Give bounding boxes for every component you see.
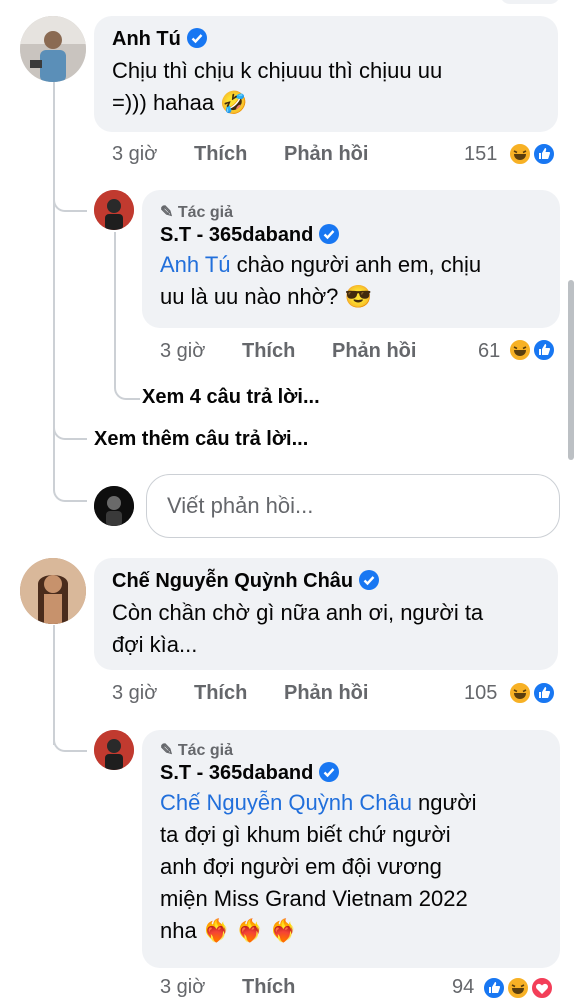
- comment-text: =))) hahaa 🤣: [112, 90, 248, 115]
- haha-icon: [508, 142, 532, 166]
- comment-text: Còn chần chờ gì nữa anh ơi, người ta: [112, 600, 484, 625]
- timestamp[interactable]: 3 giờ: [160, 976, 205, 999]
- comment-text: nha ❤️‍🔥 ❤️‍🔥 ❤️‍🔥: [160, 918, 298, 943]
- comment-text: Anh Tú chào người anh em, chịu: [160, 252, 482, 277]
- view-more-replies-link[interactable]: Xem thêm câu trả lời...: [94, 428, 308, 451]
- verified-icon: [319, 762, 340, 782]
- like-button[interactable]: Thích: [194, 143, 247, 166]
- reaction-count[interactable]: 61: [478, 340, 500, 363]
- like-button[interactable]: Thích: [242, 976, 295, 999]
- haha-icon: [506, 976, 530, 1000]
- comment-bubble: Chế Nguyễn Quỳnh Châu Còn chần chờ gì nữ…: [94, 558, 558, 670]
- comment-text: đợi kìa...: [112, 632, 198, 657]
- reaction-count[interactable]: 151: [464, 143, 497, 166]
- like-icon: [532, 142, 556, 166]
- verified-icon: [319, 224, 340, 244]
- love-icon: [530, 976, 554, 1000]
- timestamp[interactable]: 3 giờ: [112, 143, 157, 166]
- comment-text: miện Miss Grand Vietnam 2022: [160, 886, 468, 911]
- author-badge: ✎ Tác giả: [160, 204, 233, 221]
- comment-text: uu là uu nào nhờ? 😎: [160, 284, 372, 309]
- haha-icon: [508, 681, 532, 705]
- comment-actions: 3 giờ Thích Phản hồi 151: [112, 143, 562, 169]
- thread-connector: [53, 440, 87, 502]
- author-badge: ✎ Tác giả: [160, 742, 233, 759]
- timestamp[interactable]: 3 giờ: [160, 340, 205, 363]
- reply-button[interactable]: Phản hồi: [332, 340, 416, 363]
- comment-actions: 3 giờ Thích Phản hồi 105: [112, 682, 562, 708]
- mention-link[interactable]: Chế Nguyễn Quỳnh Châu: [160, 790, 412, 815]
- comment-actions: 3 giờ Thích Phản hồi 61: [160, 340, 560, 366]
- comment-text: Chịu thì chịu k chịuuu thì chịuu uu: [112, 58, 443, 83]
- commenter-name[interactable]: Chế Nguyễn Quỳnh Châu: [112, 570, 540, 593]
- timestamp[interactable]: 3 giờ: [112, 682, 157, 705]
- comment-text: ta đợi gì khum biết chứ người: [160, 822, 451, 847]
- comment-text: Chế Nguyễn Quỳnh Châu người: [160, 790, 477, 815]
- reply-button[interactable]: Phản hồi: [284, 143, 368, 166]
- reply-bubble: ✎ Tác giả S.T - 365daband Anh Tú chào ng…: [142, 190, 560, 328]
- thread-connector: [53, 170, 87, 212]
- reply-button[interactable]: Phản hồi: [284, 682, 368, 705]
- reply-input-placeholder: Viết phản hồi...: [167, 493, 314, 518]
- verified-icon: [359, 570, 380, 590]
- like-button[interactable]: Thích: [194, 682, 247, 705]
- scrollbar[interactable]: [568, 280, 574, 460]
- comment-bubble: Anh Tú Chịu thì chịu k chịuuu thì chịuu …: [94, 16, 558, 132]
- reaction-count[interactable]: 105: [464, 682, 497, 705]
- like-button[interactable]: Thích: [242, 340, 295, 363]
- like-icon: [532, 681, 556, 705]
- thread-line: [114, 232, 116, 380]
- commenter-name[interactable]: Anh Tú: [112, 28, 540, 51]
- previous-bubble-edge: [500, 0, 560, 4]
- thread-connector: [53, 710, 87, 752]
- current-user-avatar: [94, 486, 134, 526]
- thread-connector: [114, 360, 140, 400]
- reaction-count[interactable]: 94: [452, 976, 474, 999]
- haha-icon: [508, 338, 532, 362]
- avatar[interactable]: [94, 730, 134, 770]
- reply-input[interactable]: Viết phản hồi...: [146, 474, 560, 538]
- avatar[interactable]: [20, 16, 86, 82]
- commenter-name[interactable]: S.T - 365daband: [160, 224, 542, 247]
- mention-link[interactable]: Anh Tú: [160, 252, 231, 277]
- thread-connector: [53, 380, 87, 440]
- view-replies-link[interactable]: Xem 4 câu trả lời...: [142, 386, 320, 409]
- like-icon: [532, 338, 556, 362]
- commenter-name[interactable]: S.T - 365daband: [160, 762, 542, 785]
- like-icon: [482, 976, 506, 1000]
- comment-text: anh đợi người em đội vương: [160, 854, 442, 879]
- verified-icon: [186, 28, 207, 48]
- avatar[interactable]: [20, 558, 86, 624]
- reply-bubble: ✎ Tác giả S.T - 365daband Chế Nguyễn Quỳ…: [142, 730, 560, 968]
- avatar[interactable]: [94, 190, 134, 230]
